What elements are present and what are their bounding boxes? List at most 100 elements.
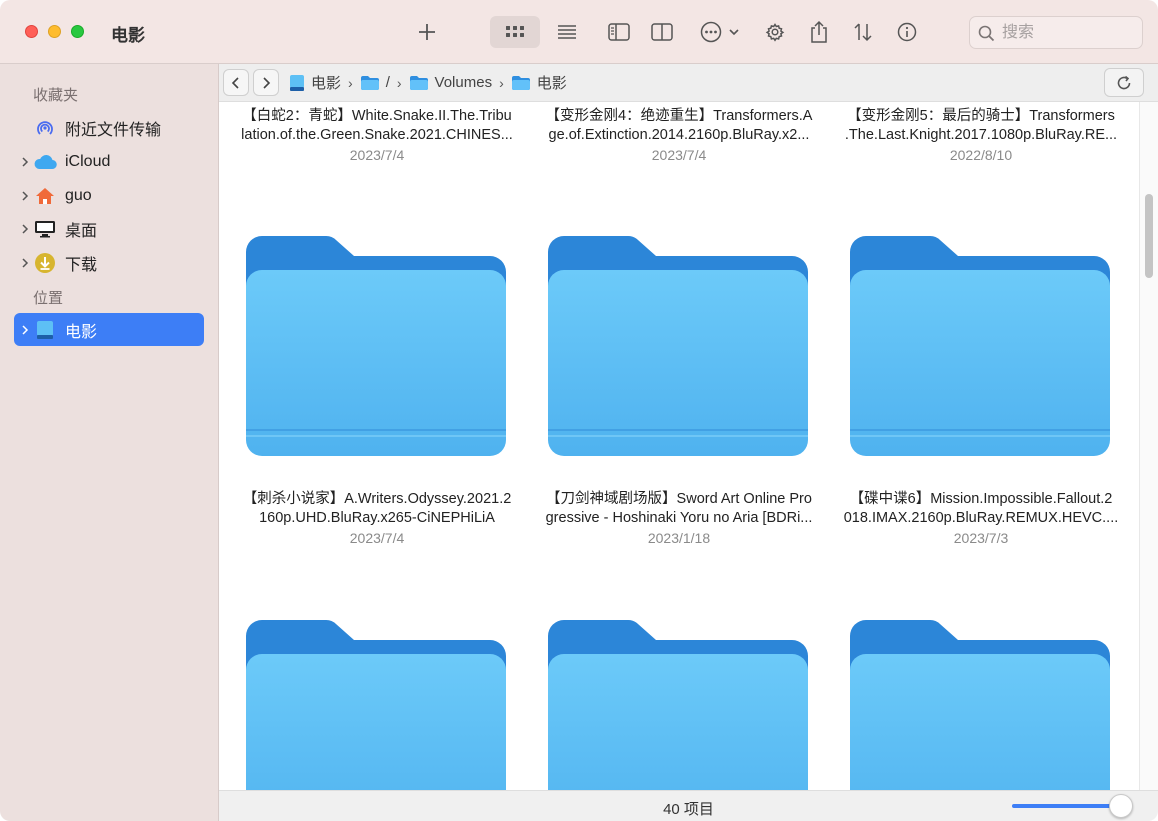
sidebar-item-home[interactable]: guo xyxy=(14,179,204,212)
file-name: ge.of.Extinction.2014.2160p.BluRay.x2... xyxy=(548,127,810,143)
sidebar-item-label: 附近文件传输 xyxy=(65,121,162,139)
grid-icon xyxy=(506,26,524,37)
chevron-right-icon[interactable] xyxy=(14,257,32,269)
file-name: 018.IMAX.2160p.BluRay.REMUX.HEVC.... xyxy=(843,510,1119,526)
file-date: 2023/7/4 xyxy=(349,147,405,163)
sidebar-item-label: 桌面 xyxy=(65,222,98,240)
item-count: 40 项目 xyxy=(663,801,714,818)
forward-button[interactable] xyxy=(253,69,279,96)
search-icon xyxy=(978,25,995,42)
file-name: 160p.UHD.BluRay.x265-CiNEPHiLiA xyxy=(259,510,495,526)
breadcrumb-item[interactable]: / xyxy=(360,74,390,91)
breadcrumb-item[interactable]: 电影 xyxy=(511,72,567,93)
window-title: 电影 xyxy=(111,26,145,45)
preview-pane-button[interactable] xyxy=(648,16,676,48)
sidebar-section-locations: 位置 xyxy=(33,290,64,307)
sort-button[interactable] xyxy=(849,16,877,48)
folder-icon[interactable] xyxy=(848,234,1112,458)
refresh-icon xyxy=(1117,75,1131,89)
chevron-down-icon xyxy=(729,29,739,36)
chevron-right-icon: › xyxy=(396,74,402,91)
file-grid: 【白蛇2：青蛇】White.Snake.II.The.Tribu lation.… xyxy=(219,102,1139,790)
status-bar: 40 项目 xyxy=(219,790,1158,821)
folder-icon[interactable] xyxy=(244,234,508,458)
file-item[interactable]: 【刺杀小说家】A.Writers.Odyssey.2021.2 160p.UHD… xyxy=(227,490,527,548)
sidebar-icon xyxy=(608,23,630,41)
settings-button[interactable] xyxy=(761,16,789,48)
more-actions-button[interactable] xyxy=(697,16,743,48)
sidebar-item-movies-drive[interactable]: 电影 xyxy=(14,313,204,346)
refresh-button[interactable] xyxy=(1104,68,1144,97)
list-view-button[interactable] xyxy=(553,16,581,48)
minimize-button[interactable] xyxy=(48,25,61,38)
close-button[interactable] xyxy=(25,25,38,38)
file-name: .The.Last.Knight.2017.1080p.BluRay.RE... xyxy=(844,127,1118,143)
split-view-icon xyxy=(651,23,673,41)
breadcrumb-item[interactable]: 电影 xyxy=(289,72,341,93)
search-input[interactable] xyxy=(1002,22,1132,44)
chevron-right-icon: › xyxy=(499,74,504,91)
info-icon xyxy=(897,22,917,42)
back-button[interactable] xyxy=(223,69,249,96)
chevron-right-icon[interactable] xyxy=(14,324,32,336)
file-item[interactable]: 【变形金刚4：绝迹重生】Transformers.A ge.of.Extinct… xyxy=(529,107,829,165)
zoom-button[interactable] xyxy=(71,25,84,38)
vertical-scrollbar[interactable] xyxy=(1139,102,1158,790)
icon-view-button[interactable] xyxy=(490,16,540,48)
ellipsis-circle-icon xyxy=(700,21,722,43)
file-item[interactable]: 【变形金刚5：最后的骑士】Transformers .The.Last.Knig… xyxy=(831,107,1131,165)
sidebar: 收藏夹 附近文件传输 iCloud guo 桌面 下载 位置 电影 xyxy=(0,64,219,821)
file-date: 2023/7/4 xyxy=(651,147,707,163)
sidebar-section-favorites: 收藏夹 xyxy=(33,87,79,104)
sidebar-item-icloud[interactable]: iCloud xyxy=(14,145,204,178)
home-icon xyxy=(32,186,58,206)
drive-icon xyxy=(32,320,58,340)
file-item[interactable]: 【碟中谍6】Mission.Impossible.Fallout.2 018.I… xyxy=(831,490,1131,548)
folder-icon xyxy=(511,75,531,91)
file-name: lation.of.the.Green.Snake.2021.CHINES... xyxy=(241,127,513,143)
breadcrumb-item[interactable]: Volumes xyxy=(409,74,492,91)
sidebar-item-label: guo xyxy=(65,186,92,204)
folder-icon[interactable] xyxy=(546,234,810,458)
sidebar-toggle-button[interactable] xyxy=(605,16,633,48)
file-name: 【碟中谍6】Mission.Impossible.Fallout.2 xyxy=(849,491,1113,507)
folder-icon[interactable] xyxy=(848,618,1112,790)
finder-window: 电影 搜索 收藏夹 附近文件传输 iCloud guo 桌面 下载 位置 电影 … xyxy=(0,0,1158,821)
file-item[interactable]: 【刀剑神域剧场版】Sword Art Online Pro gressive -… xyxy=(529,490,829,548)
chevron-left-icon xyxy=(231,76,239,89)
new-folder-button[interactable] xyxy=(411,16,443,48)
path-bar: 电影 › / › Volumes › 电影 xyxy=(219,64,1158,102)
scrollbar-thumb[interactable] xyxy=(1145,194,1153,278)
airdrop-icon xyxy=(32,117,58,139)
file-item[interactable]: 【白蛇2：青蛇】White.Snake.II.The.Tribu lation.… xyxy=(227,107,527,165)
drive-icon xyxy=(289,74,305,92)
file-date: 2023/7/4 xyxy=(349,530,405,546)
folder-icon xyxy=(360,75,380,91)
folder-icon xyxy=(409,75,429,91)
sidebar-item-desktop[interactable]: 桌面 xyxy=(14,212,204,245)
sidebar-item-label: 电影 xyxy=(65,323,98,341)
file-name: 【变形金刚4：绝迹重生】Transformers.A xyxy=(545,108,813,124)
download-icon xyxy=(32,252,58,274)
sidebar-item-downloads[interactable]: 下载 xyxy=(14,246,204,279)
file-name: gressive - Hoshinaki Yoru no Aria [BDRi.… xyxy=(545,510,813,526)
gear-icon xyxy=(765,23,785,42)
chevron-right-icon[interactable] xyxy=(14,223,32,235)
desktop-icon xyxy=(32,220,58,238)
file-date: 2023/7/3 xyxy=(953,530,1009,546)
chevron-right-icon[interactable] xyxy=(14,156,32,168)
info-button[interactable] xyxy=(893,16,921,48)
file-date: 2022/8/10 xyxy=(949,147,1013,163)
file-name: 【白蛇2：青蛇】White.Snake.II.The.Tribu xyxy=(242,108,512,124)
search-field[interactable] xyxy=(969,16,1143,49)
icon-size-slider-knob[interactable] xyxy=(1109,794,1133,818)
share-icon xyxy=(811,20,827,43)
chevron-right-icon[interactable] xyxy=(14,190,32,202)
list-icon xyxy=(558,25,576,39)
icon-size-slider[interactable] xyxy=(1012,804,1112,808)
folder-icon[interactable] xyxy=(244,618,508,790)
toolbar: 电影 xyxy=(0,0,1158,64)
share-button[interactable] xyxy=(805,16,833,48)
folder-icon[interactable] xyxy=(546,618,810,790)
sidebar-item-airdrop[interactable]: 附近文件传输 xyxy=(14,111,204,144)
